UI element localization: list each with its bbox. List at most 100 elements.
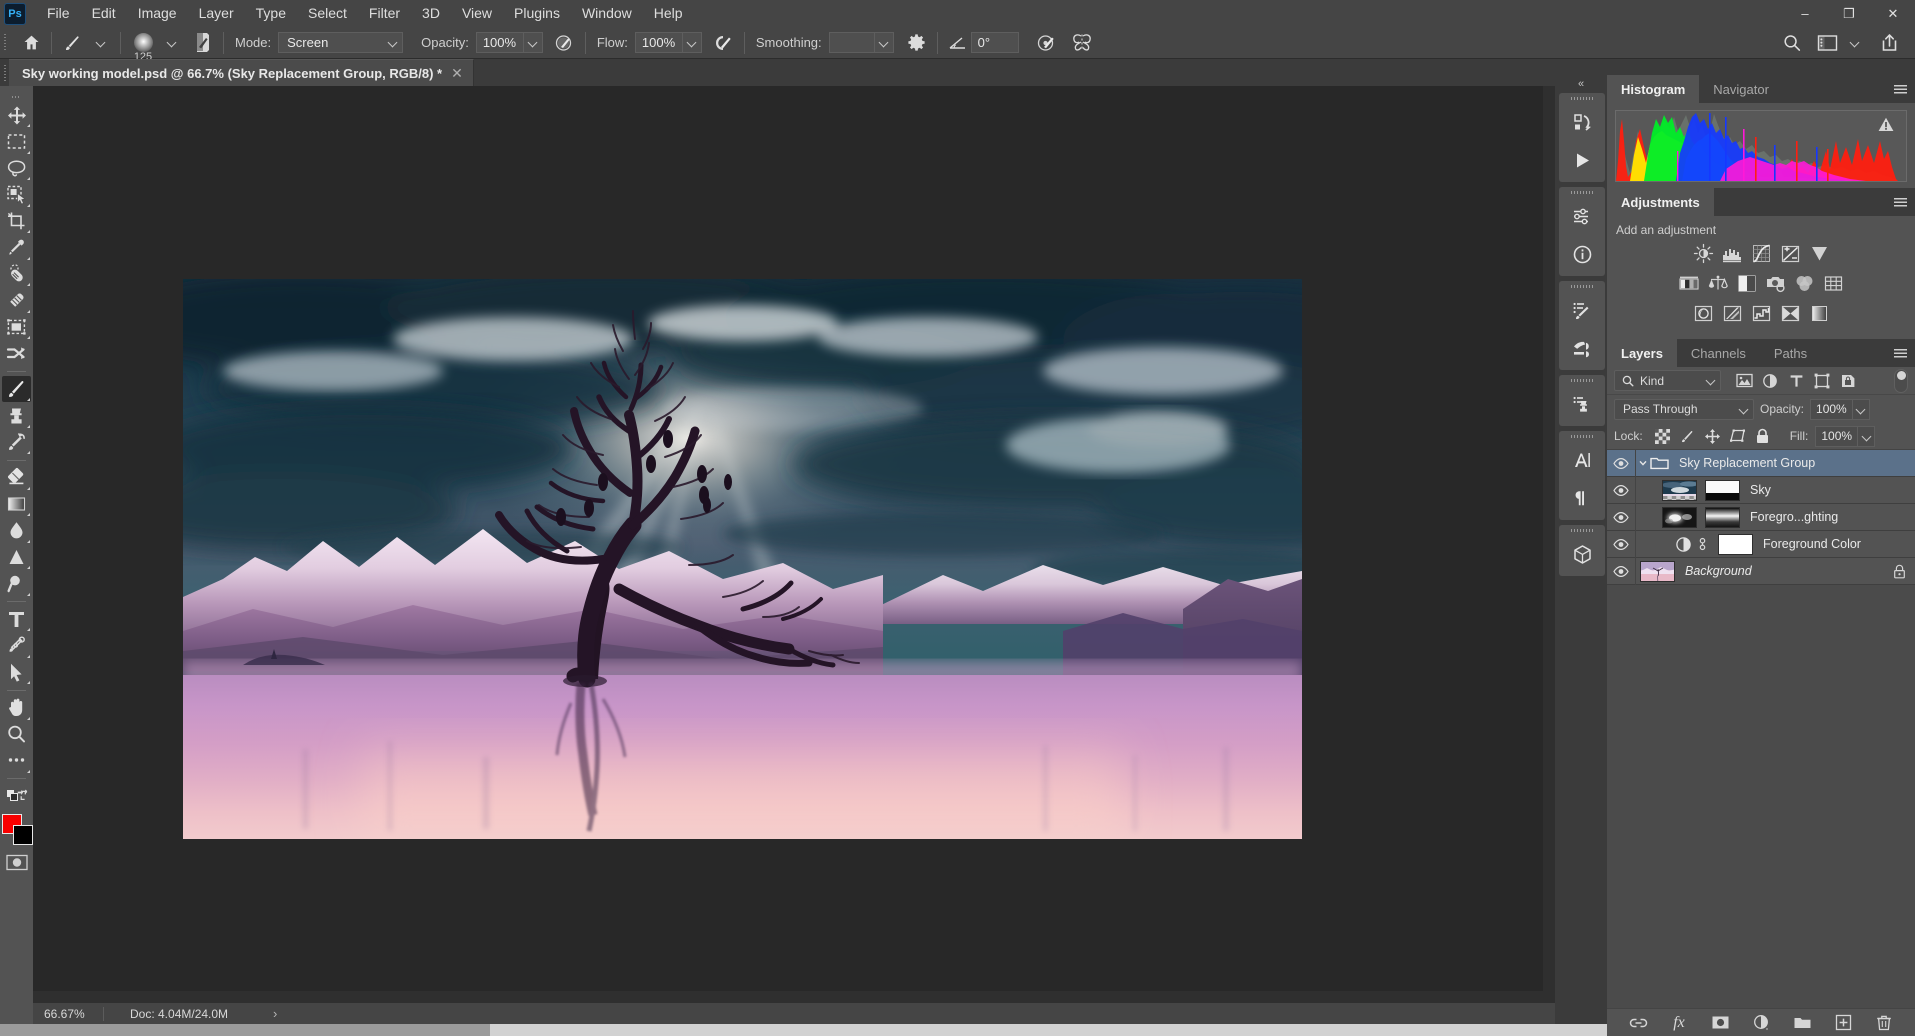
vibrance-adjustment-button[interactable] (1807, 241, 1832, 266)
pressure-size-toggle[interactable] (1033, 30, 1060, 56)
layer-row[interactable]: Sky Replacement Group (1607, 450, 1915, 477)
rail-group-grip[interactable] (1559, 281, 1605, 291)
posterize-adjustment-button[interactable] (1720, 301, 1745, 326)
current-tool-button[interactable] (59, 30, 87, 56)
gradient-tool[interactable] (2, 491, 31, 517)
menu-item-plugins[interactable]: Plugins (503, 0, 571, 27)
photo-filter-adjustment-button[interactable] (1763, 271, 1788, 296)
layer-thumbnail[interactable] (1662, 480, 1697, 501)
layer-mask-thumbnail[interactable] (1705, 480, 1740, 501)
clone-stamp-tool[interactable] (2, 403, 31, 429)
default-colors-button[interactable] (2, 783, 31, 809)
path-selection-tool[interactable] (2, 659, 31, 685)
horizontal-type-tool[interactable] (2, 606, 31, 632)
black-white-adjustment-button[interactable] (1734, 271, 1759, 296)
color-lookup-adjustment-button[interactable] (1821, 271, 1846, 296)
menu-item-type[interactable]: Type (245, 0, 297, 27)
hand-tool[interactable] (2, 695, 31, 721)
collapse-panels-button[interactable]: « (1555, 75, 1607, 93)
levels-adjustment-button[interactable] (1720, 241, 1745, 266)
options-bar-grip[interactable] (0, 27, 9, 59)
layer-thumbnail[interactable] (1640, 561, 1675, 582)
tab-layers[interactable]: Layers (1607, 339, 1677, 367)
spot-healing-brush-tool[interactable] (2, 261, 31, 287)
character-panel-button[interactable] (1562, 441, 1602, 479)
link-layers-button[interactable] (1627, 1012, 1650, 1034)
zoom-level-field[interactable]: 66.67% (33, 1007, 103, 1021)
airbrush-toggle[interactable] (710, 30, 737, 56)
history-brush-tool[interactable] (2, 429, 31, 455)
filter-pixel-layers-button[interactable] (1731, 369, 1757, 393)
tab-histogram[interactable]: Histogram (1607, 75, 1699, 103)
color-balance-adjustment-button[interactable] (1705, 271, 1730, 296)
brushes-presets-button[interactable] (1562, 329, 1602, 367)
libraries-panel-button[interactable] (1562, 103, 1602, 141)
mask-link-icon[interactable] (1694, 536, 1710, 552)
status-expand-icon[interactable]: › (273, 1006, 277, 1021)
move-tool[interactable] (2, 102, 31, 128)
canvas-vertical-scrollbar[interactable] (1543, 86, 1555, 1003)
brush-angle-input[interactable]: 0° (971, 32, 1019, 53)
smoothing-input[interactable] (829, 32, 875, 53)
layer-fill-caret[interactable] (1858, 426, 1875, 447)
patch-tool[interactable] (2, 288, 31, 314)
menu-item-help[interactable]: Help (643, 0, 694, 27)
menu-item-file[interactable]: File (36, 0, 81, 27)
layer-visibility-toggle[interactable] (1607, 558, 1636, 585)
brush-angle-button[interactable] (945, 30, 971, 56)
flow-slider-caret[interactable] (683, 32, 702, 53)
lock-image-pixels-button[interactable] (1676, 425, 1699, 447)
smoothing-slider-caret[interactable] (875, 32, 894, 53)
opacity-slider-caret[interactable] (524, 32, 543, 53)
hue-saturation-adjustment-button[interactable] (1676, 271, 1701, 296)
opacity-input[interactable]: 100% (476, 32, 524, 53)
rail-group-grip[interactable] (1559, 431, 1605, 441)
edit-toolbar[interactable] (2, 748, 31, 774)
group-expand-chevron-icon[interactable] (1636, 458, 1649, 468)
layer-list[interactable]: Sky Replacement GroupSkyForegro...ghting… (1607, 450, 1915, 1008)
layer-row[interactable]: Background (1607, 558, 1915, 585)
workspace-switcher-button[interactable] (1814, 30, 1841, 56)
filter-enable-toggle[interactable] (1894, 369, 1908, 393)
tab-adjustments[interactable]: Adjustments (1607, 188, 1714, 216)
layer-thumbnail[interactable] (1662, 507, 1697, 528)
restore-button[interactable]: ❐ (1827, 0, 1871, 27)
document-tab[interactable]: Sky working model.psd @ 66.7% (Sky Repla… (9, 59, 474, 86)
layer-blend-mode-select[interactable]: Pass Through (1614, 399, 1754, 420)
close-button[interactable]: ✕ (1871, 0, 1915, 27)
brush-picker-caret[interactable] (158, 30, 184, 56)
brush-settings-button[interactable] (1562, 291, 1602, 329)
rail-group-grip[interactable] (1559, 525, 1605, 535)
menu-item-3d[interactable]: 3D (411, 0, 451, 27)
filter-adjustment-layers-button[interactable] (1757, 369, 1783, 393)
smoothing-options-button[interactable] (904, 30, 930, 56)
3d-cube-panel-button[interactable] (1562, 535, 1602, 573)
menu-item-filter[interactable]: Filter (358, 0, 411, 27)
share-button[interactable] (1876, 30, 1903, 56)
layer-visibility-toggle[interactable] (1607, 477, 1636, 504)
brush-settings-panel-button[interactable] (190, 30, 216, 56)
zoom-tool[interactable] (2, 721, 31, 747)
clone-source-tool[interactable] (2, 341, 31, 367)
menu-item-select[interactable]: Select (297, 0, 358, 27)
home-button[interactable] (18, 30, 44, 56)
channel-mixer-adjustment-button[interactable] (1792, 271, 1817, 296)
layer-row[interactable]: Sky (1607, 477, 1915, 504)
content-aware-move-tool[interactable] (2, 314, 31, 340)
symmetry-button[interactable] (1068, 30, 1096, 56)
menu-item-image[interactable]: Image (127, 0, 188, 27)
info-circle-button[interactable] (1562, 235, 1602, 273)
lasso-tool[interactable] (2, 155, 31, 181)
tab-channels[interactable]: Channels (1677, 339, 1760, 367)
layer-visibility-toggle[interactable] (1607, 531, 1636, 558)
quick-mask-button[interactable] (6, 853, 28, 873)
lock-all-button[interactable] (1751, 425, 1774, 447)
filter-shape-layers-button[interactable] (1809, 369, 1835, 393)
background-color-swatch[interactable] (13, 825, 33, 845)
adjustments-panel-menu-button[interactable] (1894, 188, 1907, 216)
blend-mode-select[interactable]: Screen (278, 32, 403, 53)
minimize-button[interactable]: – (1783, 0, 1827, 27)
document-tab-close-icon[interactable]: ✕ (451, 65, 463, 82)
filter-type-layers-button[interactable] (1783, 369, 1809, 393)
clone-source-panel-button[interactable] (1562, 385, 1602, 423)
